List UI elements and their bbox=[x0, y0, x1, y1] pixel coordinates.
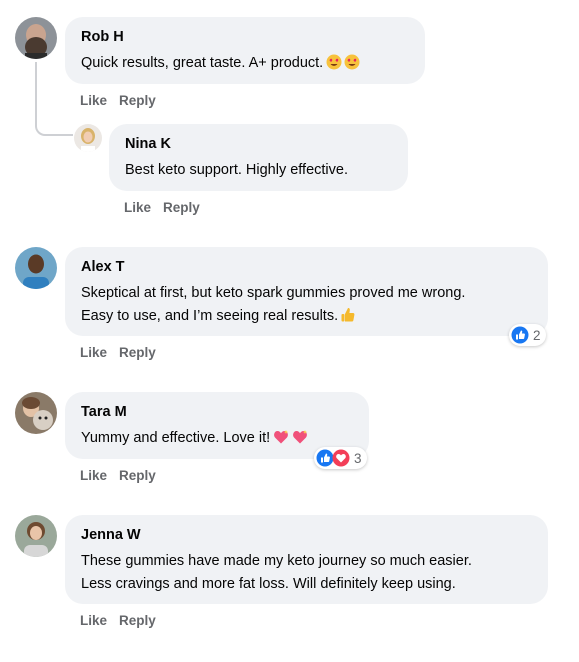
reply-button[interactable]: Reply bbox=[119, 93, 156, 108]
reply-button[interactable]: Reply bbox=[119, 613, 156, 628]
commenter-name[interactable]: Nina K bbox=[125, 135, 392, 153]
sparkling-heart-emoji bbox=[273, 429, 309, 453]
like-button[interactable]: Like bbox=[80, 468, 107, 483]
comment-bubble: Rob H Quick results, great taste. A+ pro… bbox=[65, 17, 425, 84]
commenter-name[interactable]: Tara M bbox=[81, 403, 353, 421]
comment-actions: Like Reply bbox=[80, 93, 156, 108]
commenter-name[interactable]: Rob H bbox=[81, 28, 409, 46]
reply-button[interactable]: Reply bbox=[119, 345, 156, 360]
like-button[interactable]: Like bbox=[124, 200, 151, 215]
avatar[interactable] bbox=[15, 515, 57, 557]
avatar[interactable] bbox=[15, 17, 57, 59]
like-button[interactable]: Like bbox=[80, 93, 107, 108]
comment-actions: Like Reply bbox=[124, 200, 200, 215]
comment-text: Yummy and effective. Love it! bbox=[81, 427, 353, 453]
comment-text: Less cravings and more fat loss. Will de… bbox=[81, 576, 456, 592]
reactions-summary[interactable]: 2 bbox=[509, 324, 546, 346]
avatar[interactable] bbox=[74, 124, 102, 152]
comment-bubble: Jenna W These gummies have made my keto … bbox=[65, 515, 548, 604]
like-button[interactable]: Like bbox=[80, 613, 107, 628]
comment-actions: Like Reply bbox=[80, 468, 156, 483]
reaction-count: 3 bbox=[354, 450, 362, 466]
like-reaction-icon bbox=[511, 326, 529, 344]
like-button[interactable]: Like bbox=[80, 345, 107, 360]
love-reaction-icon bbox=[332, 449, 350, 467]
comment-actions: Like Reply bbox=[80, 345, 156, 360]
reply-button[interactable]: Reply bbox=[119, 468, 156, 483]
reply-button[interactable]: Reply bbox=[163, 200, 200, 215]
comment-text: Quick results, great taste. A+ product. bbox=[81, 52, 409, 78]
comment-text: Skeptical at first, but keto spark gummi… bbox=[81, 285, 466, 301]
comment-bubble: Nina K Best keto support. Highly effecti… bbox=[109, 124, 408, 191]
avatar[interactable] bbox=[15, 247, 57, 289]
comment-text: Best keto support. Highly effective. bbox=[125, 162, 348, 178]
commenter-name[interactable]: Alex T bbox=[81, 258, 532, 276]
reactions-summary[interactable]: 3 bbox=[314, 447, 367, 469]
heart-eyes-emoji bbox=[326, 54, 360, 78]
reaction-count: 2 bbox=[533, 327, 541, 343]
comment-bubble: Alex T Skeptical at first, but keto spar… bbox=[65, 247, 548, 336]
comment-text: These gummies have made my keto journey … bbox=[81, 553, 472, 569]
commenter-name[interactable]: Jenna W bbox=[81, 526, 532, 544]
comment-text: Easy to use, and I’m seeing real results… bbox=[81, 305, 532, 331]
thumbs-up-emoji bbox=[341, 307, 355, 331]
comment-actions: Like Reply bbox=[80, 613, 156, 628]
avatar[interactable] bbox=[15, 392, 57, 434]
